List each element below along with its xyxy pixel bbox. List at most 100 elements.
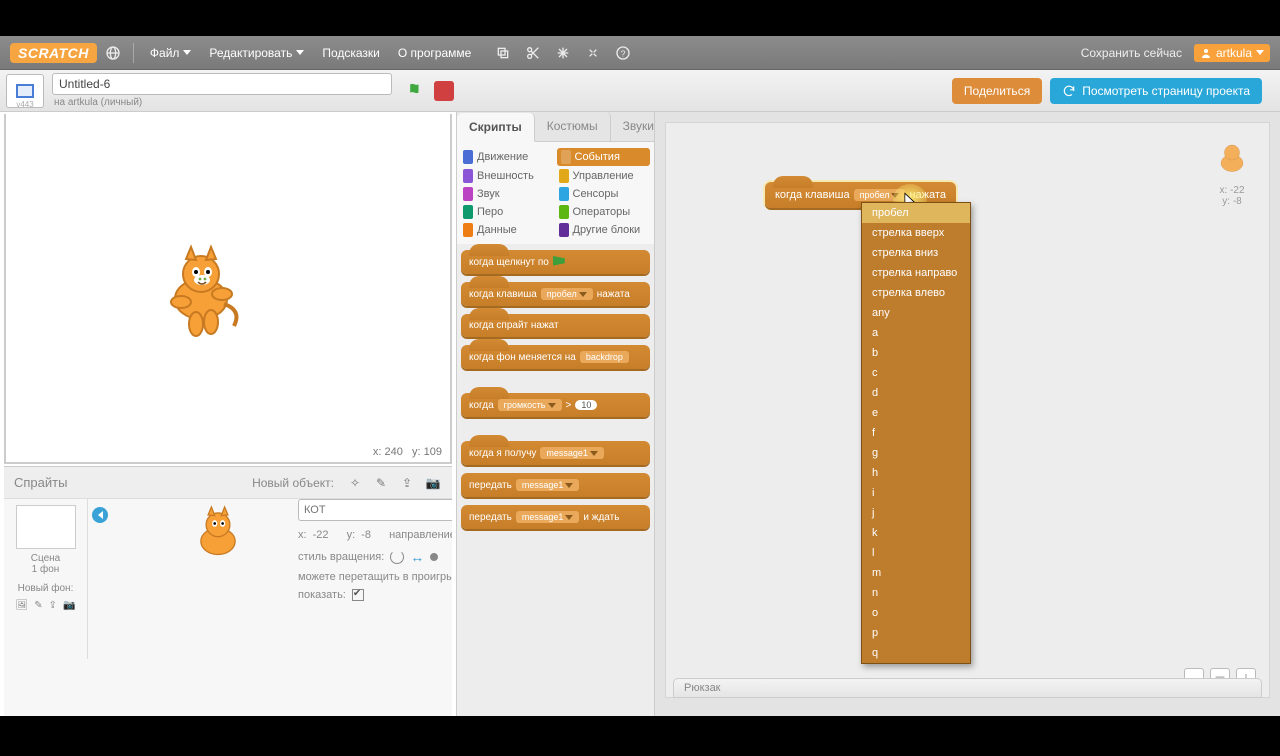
rotation-style-label: стиль вращения:	[298, 551, 384, 563]
cat-sensing[interactable]: Сенсоры	[557, 186, 651, 202]
user-icon	[1200, 47, 1212, 59]
scene-column: Сцена 1 фон Новый фон: 🖼 ✎ ⇪ 📷	[4, 499, 88, 659]
project-header: v443 на artkula (личный) Поделиться Посм…	[0, 70, 1280, 112]
stage-coord-readout: x: 240 y: 109	[373, 446, 442, 458]
new-object-label: Новый объект:	[252, 476, 334, 490]
sprites-panel: Спрайты Новый объект: ✧ ✎ ⇪ 📷 Сцена 1 фо…	[4, 466, 452, 716]
key-option[interactable]: k	[862, 523, 970, 543]
cat-operators[interactable]: Операторы	[557, 204, 651, 220]
sprite-info-pane: x:-22 y:-8 направление: 90° стиль вращен…	[298, 499, 452, 601]
svg-text:?: ?	[621, 48, 626, 58]
block-when-flag[interactable]: когда щелкнут по	[461, 250, 650, 274]
green-flag-button[interactable]	[406, 81, 426, 101]
sprite-thumbnail[interactable]	[178, 505, 258, 574]
sprite-name-input[interactable]	[298, 499, 452, 521]
rotation-all-icon[interactable]	[390, 550, 404, 564]
key-option[interactable]: стрелка вниз	[862, 243, 970, 263]
project-title-input[interactable]	[52, 73, 392, 95]
key-option[interactable]: i	[862, 483, 970, 503]
cat-motion[interactable]: Движение	[461, 148, 555, 166]
scissors-icon[interactable]	[523, 43, 543, 63]
scene-label: Сцена	[4, 553, 87, 564]
bg-library-icon[interactable]: 🖼	[16, 600, 29, 611]
block-broadcast-wait[interactable]: передать message1 и ждать	[461, 505, 650, 529]
stage-mode-toggle[interactable]: v443	[6, 74, 44, 108]
key-dropdown-menu[interactable]: пробелстрелка вверхстрелка внизстрелка н…	[861, 202, 971, 664]
flag-mini-icon	[553, 256, 565, 268]
sprite-info-toggle[interactable]	[92, 507, 108, 523]
block-when-sprite-clicked[interactable]: когда спрайт нажат	[461, 314, 650, 337]
view-project-page-button[interactable]: Посмотреть страницу проекта	[1050, 78, 1262, 104]
upload-sprite-icon[interactable]: ⇪	[398, 474, 416, 492]
shrink-icon[interactable]	[583, 43, 603, 63]
scratch-logo[interactable]: SCRATCH	[10, 43, 97, 63]
tab-scripts[interactable]: Скрипты	[457, 113, 535, 142]
key-option[interactable]: стрелка направо	[862, 263, 970, 283]
key-option[interactable]: p	[862, 623, 970, 643]
show-checkbox[interactable]	[352, 589, 364, 601]
key-dropdown-slot[interactable]: пробел	[854, 189, 906, 201]
bg-paint-icon[interactable]: ✎	[34, 600, 42, 611]
cat-sound[interactable]: Звук	[461, 186, 555, 202]
key-option[interactable]: h	[862, 463, 970, 483]
help-icon[interactable]: ?	[613, 43, 633, 63]
editor-tabs: Скрипты Костюмы Звуки	[457, 112, 654, 142]
key-option[interactable]: e	[862, 403, 970, 423]
draggable-label: можете перетащить в проигрыватель:	[298, 571, 452, 583]
backpack-bar[interactable]: Рюкзак	[673, 678, 1262, 698]
scripts-area[interactable]: когда клавиша пробел нажата пробелстрелк…	[655, 112, 1280, 716]
key-option[interactable]: b	[862, 343, 970, 363]
scene-thumbnail[interactable]	[16, 505, 76, 549]
user-menu[interactable]: artkula	[1194, 44, 1270, 62]
tab-costumes[interactable]: Костюмы	[535, 112, 611, 141]
grow-icon[interactable]	[553, 43, 573, 63]
key-option[interactable]: стрелка вверх	[862, 223, 970, 243]
menu-file[interactable]: Файл	[144, 42, 198, 64]
menu-tips[interactable]: Подсказки	[316, 42, 386, 64]
sprite-on-stage[interactable]	[156, 244, 246, 347]
stage[interactable]: x: 240 y: 109	[4, 114, 452, 464]
key-option[interactable]: d	[862, 383, 970, 403]
block-when-key[interactable]: когда клавиша пробел нажата	[461, 282, 650, 306]
key-option[interactable]: c	[862, 363, 970, 383]
share-button[interactable]: Поделиться	[952, 78, 1042, 104]
cat-events[interactable]: События	[557, 148, 651, 166]
rotation-none-icon[interactable]	[430, 553, 438, 561]
key-option[interactable]: o	[862, 603, 970, 623]
scene-sublabel: 1 фон	[4, 564, 87, 575]
cat-looks[interactable]: Внешность	[461, 168, 555, 184]
key-option[interactable]: g	[862, 443, 970, 463]
cat-control[interactable]: Управление	[557, 168, 651, 184]
paint-sprite-icon[interactable]: ✎	[372, 474, 390, 492]
key-option[interactable]: l	[862, 543, 970, 563]
camera-sprite-icon[interactable]: 📷	[424, 474, 442, 492]
key-option[interactable]: n	[862, 583, 970, 603]
bg-upload-icon[interactable]: ⇪	[49, 600, 57, 611]
cat-more[interactable]: Другие блоки	[557, 222, 651, 238]
block-when-backdrop[interactable]: когда фон меняется на backdrop	[461, 345, 650, 369]
block-when-loudness[interactable]: когда громкость > 10	[461, 393, 650, 417]
globe-icon[interactable]	[103, 43, 123, 63]
key-option[interactable]: a	[862, 323, 970, 343]
key-option[interactable]: пробел	[862, 203, 970, 223]
bg-camera-icon[interactable]: 📷	[63, 600, 75, 611]
key-option[interactable]: q	[862, 643, 970, 663]
key-option[interactable]: стрелка влево	[862, 283, 970, 303]
stop-button[interactable]	[434, 81, 454, 101]
stamp-icon[interactable]	[493, 43, 513, 63]
sprite-thumbnail-corner[interactable]: x: -22 y: -8	[1212, 140, 1252, 207]
save-now-link[interactable]: Сохранить сейчас	[1081, 46, 1182, 60]
key-option[interactable]: f	[862, 423, 970, 443]
key-option[interactable]: m	[862, 563, 970, 583]
menu-edit[interactable]: Редактировать	[203, 42, 310, 64]
key-option[interactable]: j	[862, 503, 970, 523]
cat-pen[interactable]: Перо	[461, 204, 555, 220]
cat-data[interactable]: Данные	[461, 222, 555, 238]
sprite-library-icon[interactable]: ✧	[346, 474, 364, 492]
menu-about[interactable]: О программе	[392, 42, 477, 64]
key-option[interactable]: any	[862, 303, 970, 323]
block-when-receive[interactable]: когда я получу message1	[461, 441, 650, 465]
block-broadcast[interactable]: передать message1	[461, 473, 650, 497]
rotation-leftright-icon[interactable]: ↔	[410, 549, 424, 565]
menubar: SCRATCH Файл Редактировать Подсказки О п…	[0, 36, 1280, 70]
